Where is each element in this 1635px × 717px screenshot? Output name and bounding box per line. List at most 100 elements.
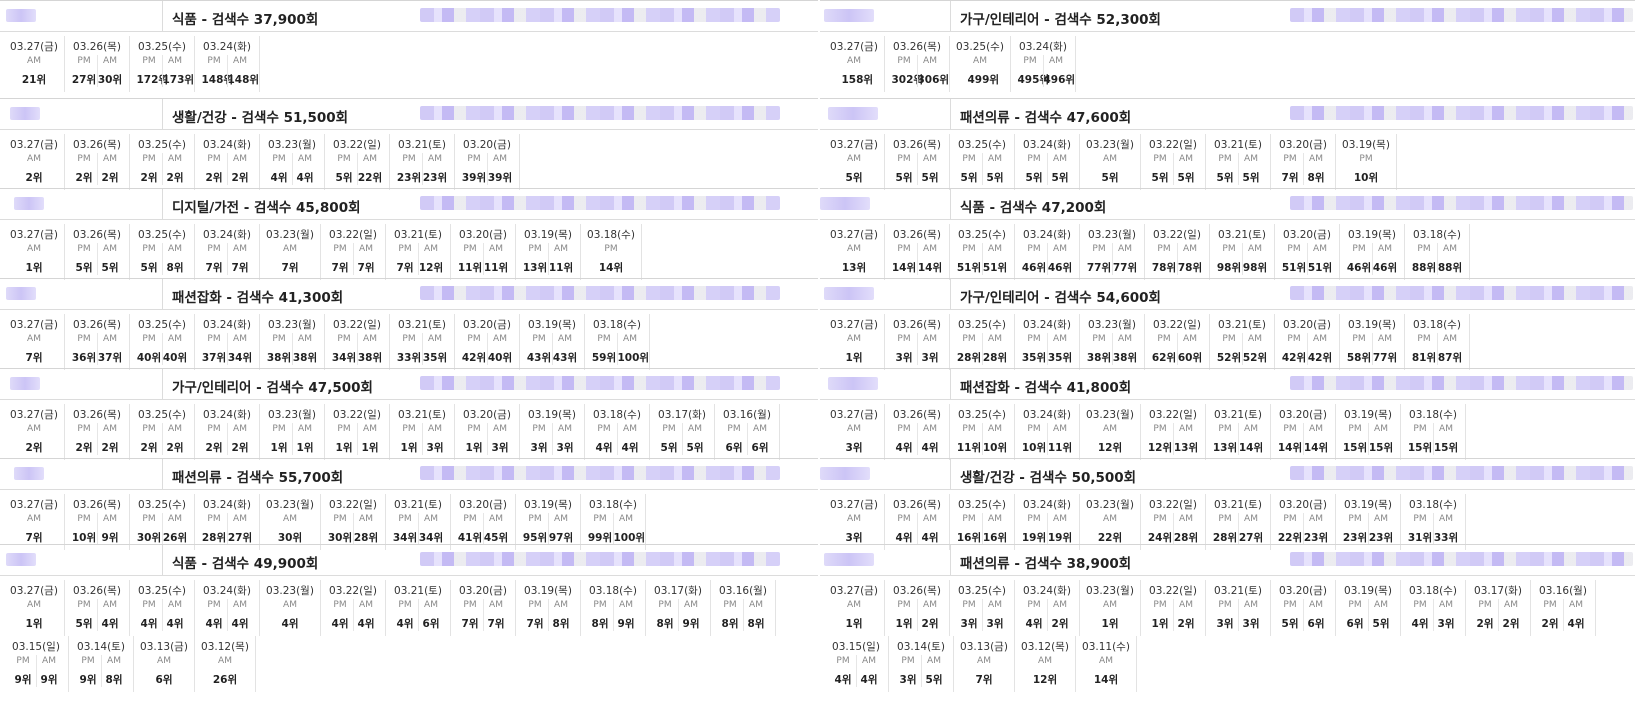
rank-value: 2위 xyxy=(166,172,184,184)
slot-label: PM xyxy=(836,656,850,666)
slot-label: AM xyxy=(493,424,507,434)
panel-header: 생활/건강 - 검색수 50,500회 xyxy=(820,459,1635,490)
rank-value: 12위 xyxy=(1097,442,1123,454)
day-cell-03-25-수: 03.25(수) PM 2위 AM 2위 xyxy=(130,404,195,460)
day-row: 03.27(금) AM 2위 03.26(목) PM 2위 AM 2위 03.25(수) PM 2위… xyxy=(0,134,818,190)
slot-label: AM xyxy=(1439,514,1453,524)
panel-title: 패션잡화 - 검색수 41,800회 xyxy=(960,380,1132,396)
time-slots: PM 30위 AM 26위 xyxy=(130,513,194,545)
rank-value: 37위 xyxy=(201,352,227,364)
time-slot: PM 2위 xyxy=(202,153,227,185)
time-slot: PM 495위 xyxy=(1018,55,1050,87)
day-cell-03-27-금: 03.27(금) AM 1위 xyxy=(4,580,65,636)
slot-label: AM xyxy=(103,514,117,524)
day-cell-03-27-금: 03.27(금) AM 7위 xyxy=(4,494,65,550)
time-slots: PM 5위 AM 5위 xyxy=(650,423,714,455)
time-slots: PM 28위 AM 27위 xyxy=(195,513,259,545)
panel-title: 패션의류 - 검색수 55,700회 xyxy=(172,470,344,486)
rank-value: 14위 xyxy=(891,262,917,274)
slot-label: AM xyxy=(359,244,373,254)
blurred-keyword xyxy=(824,287,874,300)
day-cell-03-22-일: 03.22(일) PM 1위 AM 1위 xyxy=(325,404,390,460)
day-cell-03-19-목: 03.19(목) PM 95위 AM 97위 xyxy=(516,494,581,550)
blurred-product-name xyxy=(1290,552,1633,566)
header-divider xyxy=(950,545,951,575)
day-date: 03.22(일) xyxy=(1149,139,1197,151)
slot-label: PM xyxy=(207,56,221,66)
rank-value: 15위 xyxy=(1368,442,1394,454)
rank-value: 8위 xyxy=(552,618,570,630)
rank-value: 2위 xyxy=(1541,618,1559,630)
slot-label: PM xyxy=(727,424,741,434)
slot-label: AM xyxy=(1309,424,1323,434)
day-cell-03-26-목: 03.26(목) PM 2위 AM 2위 xyxy=(65,134,130,190)
time-slots: PM 8위 AM 9위 xyxy=(646,599,710,631)
rank-value: 40위 xyxy=(136,352,162,364)
header-divider xyxy=(950,189,951,219)
header-divider xyxy=(950,279,951,309)
slot-label: PM xyxy=(333,514,347,524)
slot-label: AM xyxy=(1053,424,1067,434)
time-slots: PM 4위 AM 2위 xyxy=(1015,599,1079,631)
time-slots: AM 499위 xyxy=(950,55,1010,87)
rank-value: 2위 xyxy=(231,172,249,184)
time-slot: AM 2위 xyxy=(916,599,943,631)
rank-value: 148위 xyxy=(227,74,260,86)
rank-value: 30위 xyxy=(277,532,303,544)
rank-value: 11위 xyxy=(548,262,574,274)
day-cell-03-23-월: 03.23(월) AM 7위 xyxy=(260,224,321,280)
time-slot: PM 27위 xyxy=(72,55,97,87)
day-row: 03.27(금) AM 5위 03.26(목) PM 5위 AM 5위 03.25(수) PM 5위… xyxy=(820,134,1635,190)
day-date: 03.21(토) xyxy=(1218,319,1266,331)
day-cell-03-20-금: 03.20(금) PM 14위 AM 14위 xyxy=(1271,404,1336,460)
time-slot: PM 42위 xyxy=(1282,333,1307,365)
day-cell-03-27-금: 03.27(금) AM 1위 xyxy=(4,224,65,280)
blurred-keyword xyxy=(10,107,40,120)
day-cell-03-26-목: 03.26(목) PM 36위 AM 37위 xyxy=(65,314,130,370)
time-slot: AM 6위 xyxy=(417,599,444,631)
slot-label: AM xyxy=(107,656,121,666)
panel-header: 가구/인테리어 - 검색수 47,500회 xyxy=(0,369,818,400)
time-slots: PM 3위 AM 3위 xyxy=(520,423,584,455)
slot-label: AM xyxy=(1374,600,1388,610)
time-slot: AM 5위 xyxy=(981,153,1008,185)
day-date: 03.21(토) xyxy=(1214,585,1262,597)
slot-label: PM xyxy=(962,514,976,524)
rank-value: 3위 xyxy=(921,352,939,364)
day-cell-03-20-금: 03.20(금) PM 41위 AM 45위 xyxy=(451,494,516,550)
time-slots: PM 4위 AM 4위 xyxy=(195,599,259,631)
time-slot: PM 34위 xyxy=(332,333,357,365)
time-slot: AM 26위 xyxy=(161,513,188,545)
day-date: 03.20(금) xyxy=(1283,319,1331,331)
rank-value: 3위 xyxy=(1242,618,1260,630)
slot-label: AM xyxy=(298,154,312,164)
rank-value: 14위 xyxy=(598,262,624,274)
time-slot: AM 3위 xyxy=(551,423,578,455)
time-slots: AM 13위 xyxy=(824,243,884,275)
rank-value: 51위 xyxy=(956,262,982,274)
rank-value: 5위 xyxy=(1372,618,1390,630)
day-cell-03-23-월: 03.23(월) AM 12위 xyxy=(1080,404,1141,460)
time-slot: PM 13위 xyxy=(523,243,548,275)
day-rows: 03.27(금) AM 7위 03.26(목) PM 36위 AM 37위 03.25(수) PM… xyxy=(0,314,818,370)
slot-label: AM xyxy=(103,600,117,610)
day-date: 03.19(목) xyxy=(1344,499,1392,511)
rank-value: 6위 xyxy=(155,674,173,686)
rank-value: 1위 xyxy=(895,618,913,630)
day-date: 03.27(금) xyxy=(830,585,878,597)
time-slot: AM 6위 xyxy=(152,655,177,687)
slot-label: PM xyxy=(207,154,221,164)
day-date: 03.25(수) xyxy=(138,229,186,241)
time-slots: PM 13위 AM 11위 xyxy=(516,243,580,275)
slot-label: AM xyxy=(1103,424,1117,434)
ranking-panel: 식품 - 검색수 47,200회 03.27(금) AM 13위 03.26(목) PM 1… xyxy=(820,188,1635,280)
time-slot: PM 8위 xyxy=(653,599,678,631)
slot-label: PM xyxy=(272,154,286,164)
time-slots: PM 4위 AM 6위 xyxy=(386,599,450,631)
time-slots: PM 1위 AM 2위 xyxy=(885,599,949,631)
slot-label: AM xyxy=(1053,154,1067,164)
day-date: 03.23(월) xyxy=(266,585,314,597)
slot-label: PM xyxy=(1348,514,1362,524)
slot-label: AM xyxy=(753,424,767,434)
rank-value: 23위 xyxy=(1303,532,1329,544)
